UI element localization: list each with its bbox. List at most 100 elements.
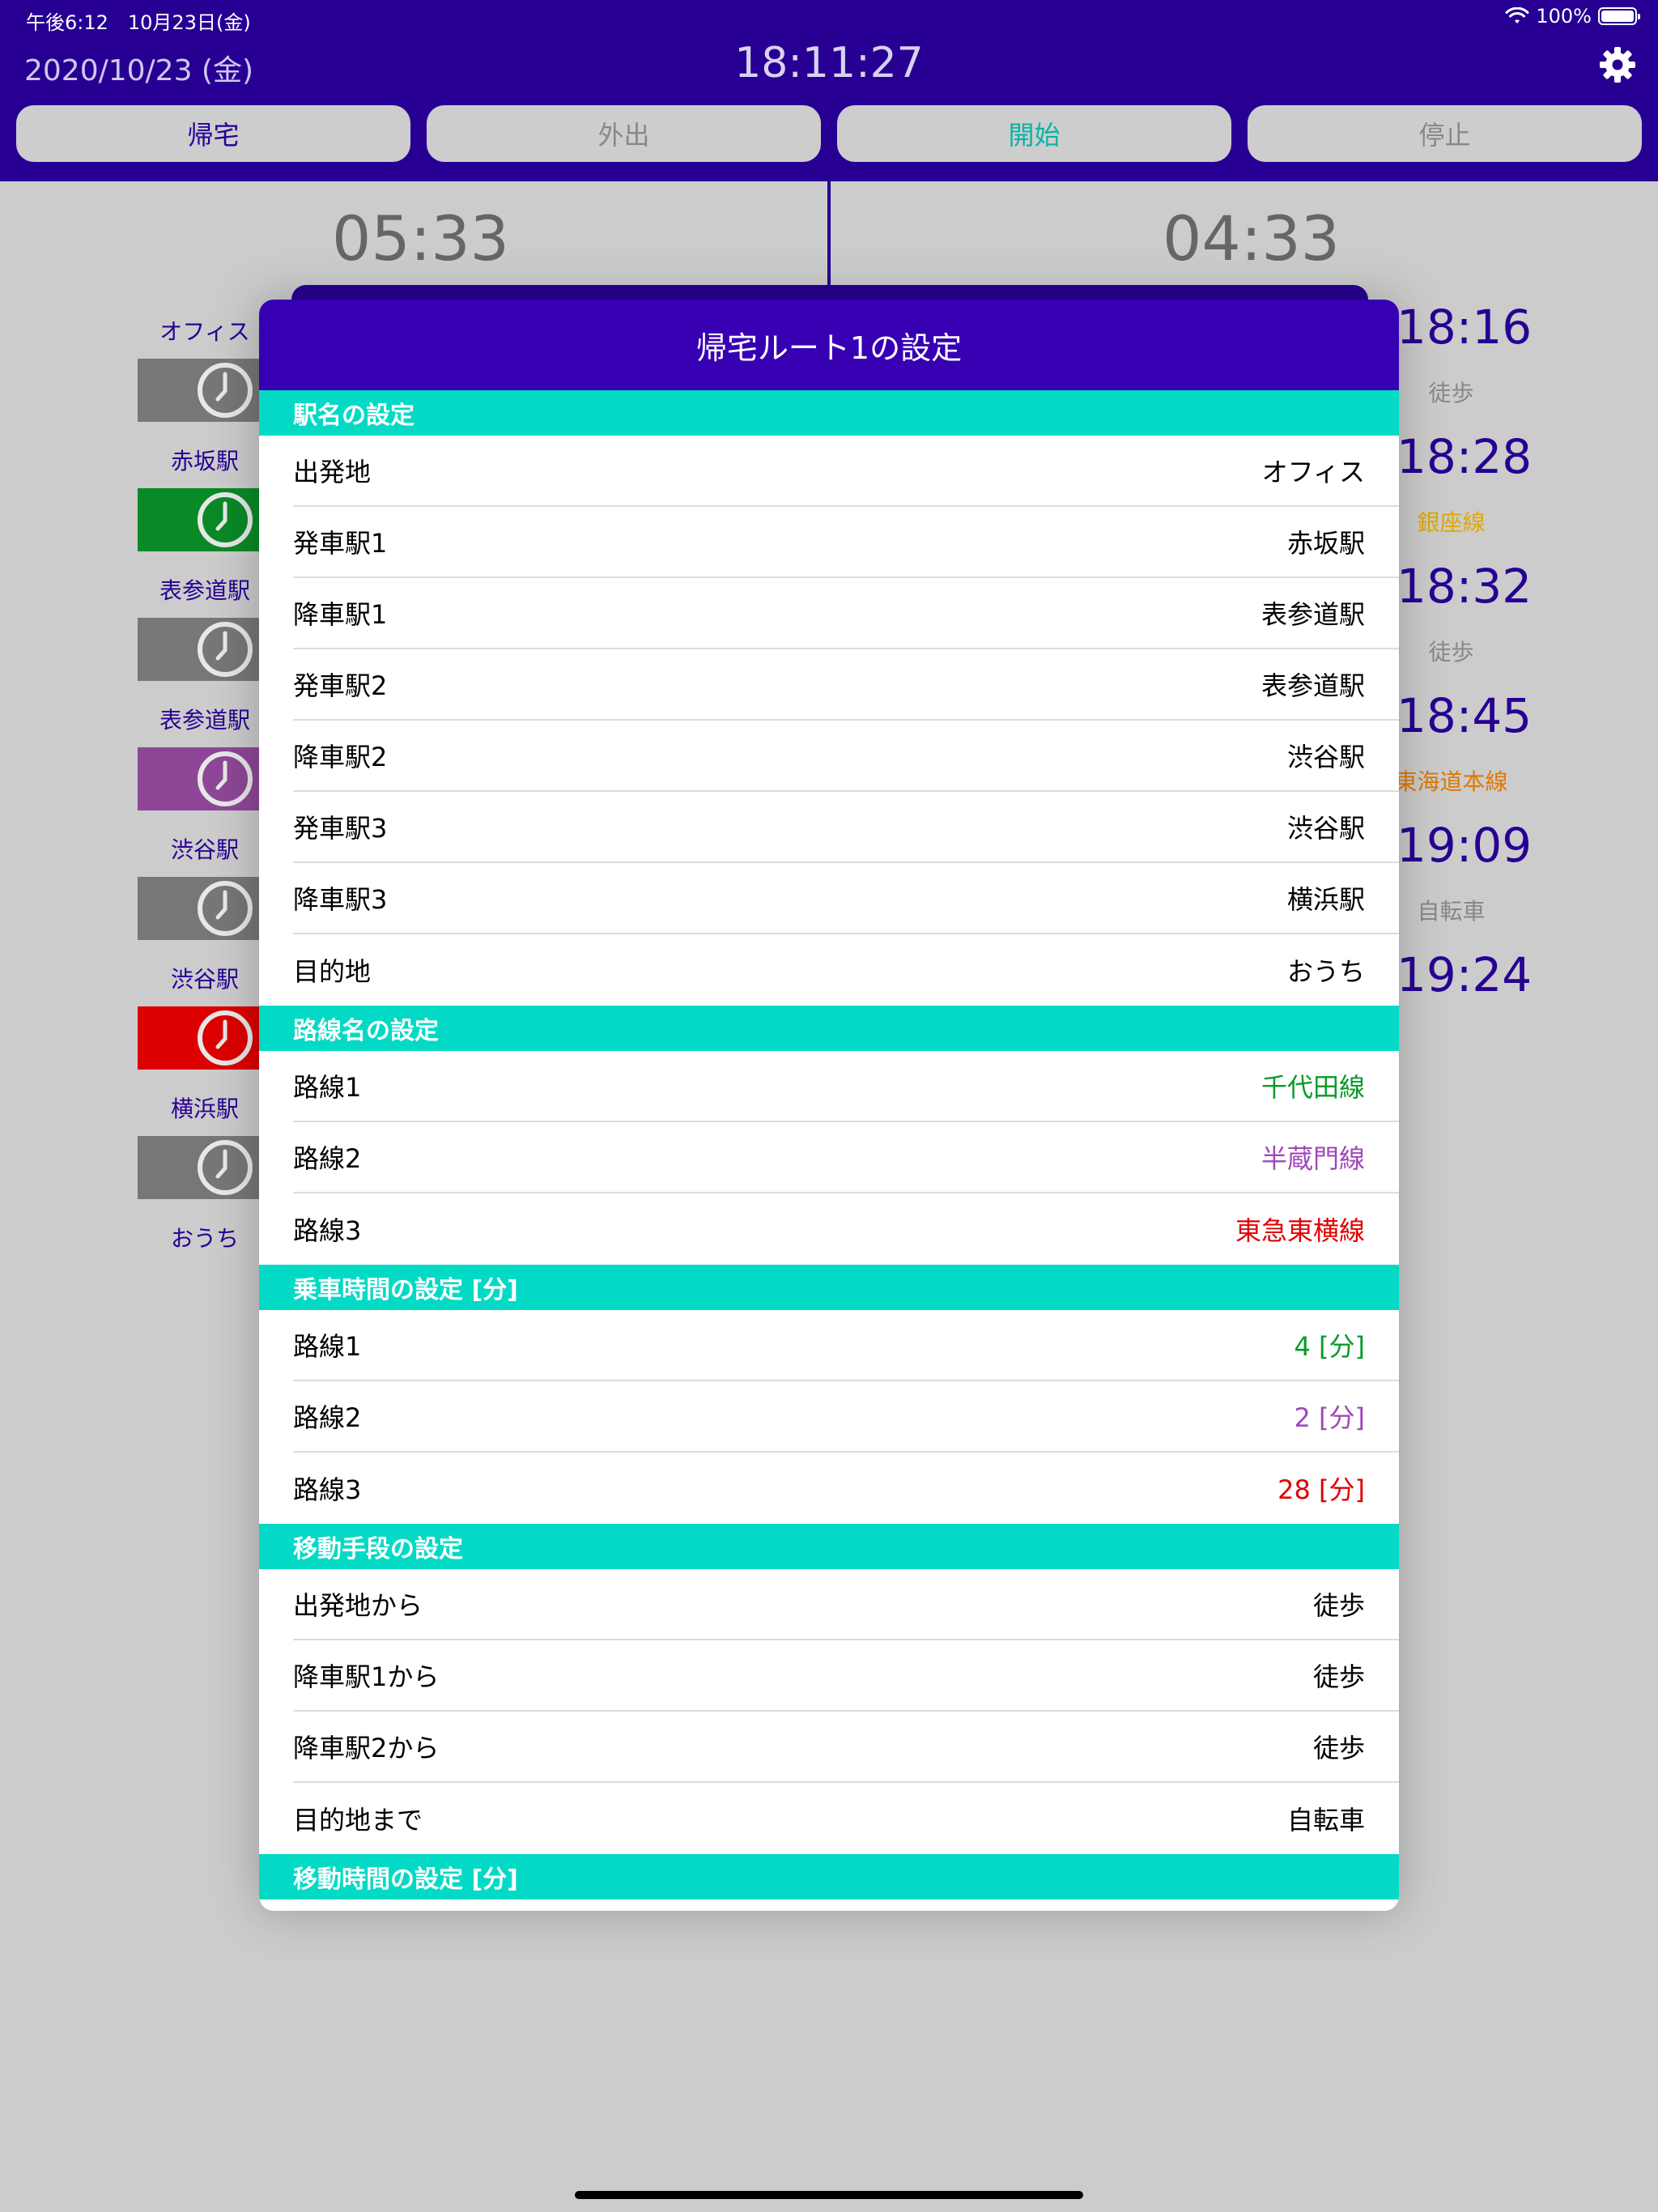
setting-value: オフィス [1261, 457, 1365, 487]
setting-row[interactable]: 降車駅2から 徒歩 [293, 1712, 1399, 1783]
setting-row[interactable]: 出発地 オフィス [293, 436, 1399, 507]
setting-label: 発車駅1 [293, 528, 388, 559]
setting-label: 発車駅2 [293, 670, 388, 701]
station-label: 渋谷駅 [170, 966, 239, 993]
station-label: 表参道駅 [159, 577, 250, 604]
setting-row[interactable]: 目的地まで 自転車 [293, 1783, 1399, 1854]
setting-row[interactable]: 路線2 半蔵門線 [293, 1122, 1399, 1193]
segment-clock-block[interactable] [138, 359, 275, 422]
mode-button-row: 帰宅 外出 開始 停止 [16, 105, 1642, 162]
section-header: 移動時間の設定 [分] [259, 1854, 1399, 1899]
setting-value: 横浜駅 [1286, 884, 1365, 915]
home-button-label: 帰宅 [187, 120, 240, 151]
segment-clock-block[interactable] [138, 618, 275, 681]
setting-label: 降車駅3 [293, 884, 388, 915]
setting-row[interactable]: 降車駅2 渋谷駅 [293, 721, 1399, 792]
segment-clock-block[interactable] [138, 747, 275, 810]
setting-row[interactable]: 発車駅1 赤坂駅 [293, 507, 1399, 578]
center-divider [827, 181, 831, 287]
section-header: 移動手段の設定 [259, 1524, 1399, 1569]
setting-value: 赤坂駅 [1286, 528, 1365, 559]
setting-row[interactable]: 出発地から 徒歩 [293, 1569, 1399, 1640]
setting-row[interactable]: 目的地 おうち [293, 934, 1399, 1006]
setting-row[interactable]: 発車駅3 渋谷駅 [293, 792, 1399, 863]
section-header: 路線名の設定 [259, 1006, 1399, 1051]
segment-clock-block[interactable] [138, 877, 275, 940]
status-bar-time: 午後6:12 10月23日(金) [26, 11, 251, 34]
arrival-time: 18:32 [1397, 559, 1533, 614]
setting-value: 千代田線 [1261, 1072, 1365, 1103]
arrival-time: 18:45 [1397, 688, 1533, 743]
route-settings-modal: 帰宅ルート1の設定 駅名の設定 出発地 オフィス 発車駅1 赤坂駅 降車駅1 表参道駅 発車駅… [259, 300, 1399, 1911]
setting-row[interactable]: 路線2 2 [分] [293, 1381, 1399, 1453]
clock-icon [198, 1140, 253, 1195]
segment-clock-block[interactable] [138, 488, 275, 551]
setting-label: 発車駅3 [293, 813, 388, 844]
right-countdown: 04:33 [1163, 202, 1341, 274]
arrival-time: 18:16 [1397, 300, 1533, 355]
setting-label: 路線1 [293, 1072, 362, 1103]
setting-value: 徒歩 [1312, 1590, 1365, 1621]
home-indicator[interactable] [575, 2191, 1083, 2199]
section-header: 乗車時間の設定 [分] [259, 1265, 1399, 1310]
wifi-icon [1505, 7, 1529, 23]
stop-button-label: 停止 [1418, 120, 1471, 151]
arrival-time: 19:09 [1397, 818, 1533, 873]
station-label: おうち [170, 1225, 239, 1252]
station-label: オフィス [159, 318, 250, 345]
clock-icon [198, 363, 253, 418]
left-countdown: 05:33 [332, 202, 510, 274]
setting-row[interactable]: 路線1 千代田線 [293, 1051, 1399, 1122]
station-label: 赤坂駅 [170, 448, 239, 474]
clock-icon [198, 1010, 253, 1066]
start-button-label: 開始 [1008, 120, 1061, 151]
outing-button[interactable]: 外出 [427, 105, 821, 162]
setting-value: 4 [分] [1294, 1331, 1365, 1362]
setting-value: 28 [分] [1278, 1474, 1365, 1505]
section-header: 駅名の設定 [259, 390, 1399, 436]
clock-icon [198, 751, 253, 806]
station-label: 横浜駅 [170, 1095, 239, 1122]
setting-row[interactable]: 降車駅3 横浜駅 [293, 863, 1399, 934]
station-label: 表参道駅 [159, 707, 250, 734]
home-button[interactable]: 帰宅 [16, 105, 410, 162]
battery-icon [1598, 7, 1640, 25]
setting-label: 降車駅2 [293, 742, 388, 772]
setting-value: 表参道駅 [1261, 670, 1365, 701]
setting-value: おうち [1286, 956, 1365, 987]
segment-clock-block[interactable] [138, 1006, 275, 1070]
setting-value: 渋谷駅 [1286, 813, 1365, 844]
setting-row[interactable]: 降車駅1 表参道駅 [293, 578, 1399, 649]
setting-row[interactable]: 降車駅1から 徒歩 [293, 1640, 1399, 1712]
clock-icon [198, 492, 253, 547]
setting-row[interactable]: 路線1 4 [分] [293, 1310, 1399, 1381]
arrival-time: 18:28 [1397, 429, 1533, 484]
setting-label: 降車駅1 [293, 599, 388, 630]
segment-clock-block[interactable] [138, 1136, 275, 1199]
setting-label: 路線2 [293, 1402, 362, 1433]
start-button[interactable]: 開始 [837, 105, 1231, 162]
battery-percent: 100% [1536, 5, 1592, 28]
app-header: 午後6:12 10月23日(金) 100% 2020/10/23 (金) 18:… [0, 0, 1658, 181]
setting-row[interactable]: 路線3 28 [分] [293, 1453, 1399, 1524]
setting-value: 半蔵門線 [1261, 1143, 1365, 1174]
setting-value: 渋谷駅 [1286, 742, 1365, 772]
setting-row[interactable]: 発車駅2 表参道駅 [293, 649, 1399, 721]
setting-value: 徒歩 [1312, 1733, 1365, 1763]
setting-value: 2 [分] [1294, 1402, 1365, 1433]
arrival-time: 19:24 [1397, 947, 1533, 1002]
setting-label: 出発地から [293, 1590, 423, 1621]
station-label: 渋谷駅 [170, 836, 239, 863]
current-clock: 18:11:27 [734, 39, 924, 87]
gear-icon[interactable] [1598, 45, 1637, 84]
clock-icon [198, 622, 253, 677]
stop-button[interactable]: 停止 [1248, 105, 1642, 162]
setting-value: 徒歩 [1312, 1661, 1365, 1692]
setting-value: 東急東横線 [1235, 1215, 1365, 1246]
setting-label: 目的地 [293, 956, 372, 987]
outing-button-label: 外出 [597, 120, 650, 151]
setting-row[interactable]: 路線3 東急東横線 [293, 1193, 1399, 1265]
setting-label: 路線1 [293, 1331, 362, 1362]
setting-value: 表参道駅 [1261, 599, 1365, 630]
setting-label: 出発地 [293, 457, 372, 487]
